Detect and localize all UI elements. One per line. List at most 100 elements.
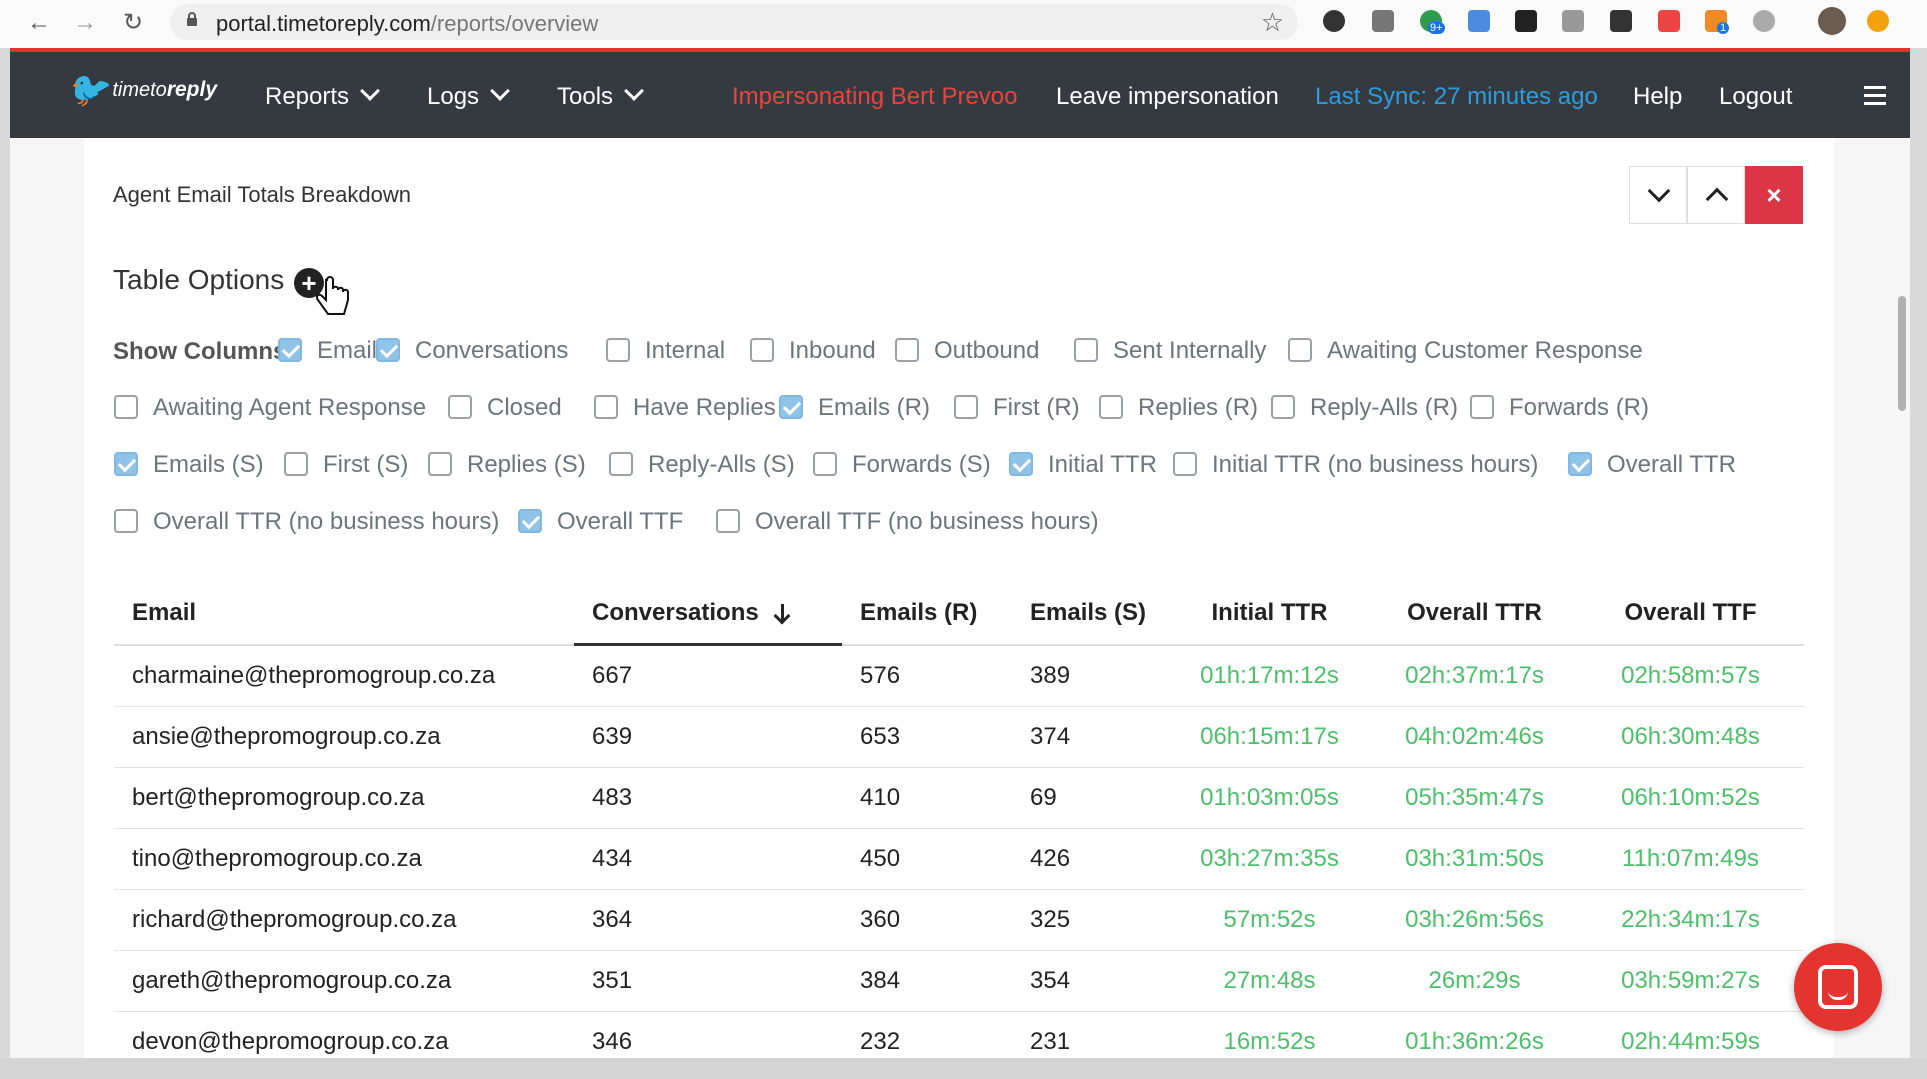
lock-icon — [187, 12, 197, 26]
checkbox-unchecked[interactable] — [1099, 394, 1123, 419]
column-checkbox[interactable]: Internal — [606, 337, 725, 367]
checkbox-checked[interactable] — [1009, 451, 1033, 476]
extension-icon[interactable] — [1372, 10, 1394, 32]
checkbox-label: Forwards (R) — [1509, 394, 1650, 421]
checkbox-checked[interactable] — [1568, 451, 1592, 476]
column-checkbox[interactable]: Overall TTR — [1568, 451, 1736, 481]
checkbox-checked[interactable] — [518, 508, 542, 533]
column-checkbox[interactable]: Awaiting Agent Response — [114, 394, 426, 424]
column-checkbox[interactable]: Forwards (S) — [813, 451, 991, 481]
column-header-conversations[interactable]: Conversations — [574, 583, 842, 646]
column-checkbox[interactable]: Reply-Alls (R) — [1271, 394, 1458, 424]
extension-icon[interactable] — [1323, 10, 1345, 32]
checkbox-unchecked[interactable] — [284, 451, 308, 476]
column-checkbox[interactable]: Initial TTR — [1009, 451, 1157, 481]
expand-button[interactable] — [1687, 166, 1745, 224]
column-header-email[interactable]: Email — [114, 583, 574, 646]
checkbox-unchecked[interactable] — [609, 451, 633, 476]
column-checkbox[interactable]: Conversations — [376, 337, 568, 367]
table-row: bert@thepromogroup.co.za 483 410 69 01h:03m:… — [114, 767, 1804, 829]
chat-launcher-button[interactable] — [1794, 943, 1882, 1031]
column-header-overall-ttr[interactable]: Overall TTR — [1372, 583, 1577, 646]
extension-icon[interactable] — [1468, 10, 1490, 32]
page-scrollbar[interactable] — [1898, 296, 1906, 411]
checkbox-unchecked[interactable] — [895, 337, 919, 362]
nav-reports-dropdown[interactable]: Reports — [265, 81, 380, 111]
checkbox-label: First (R) — [993, 394, 1080, 421]
column-checkbox[interactable]: Replies (R) — [1099, 394, 1258, 424]
checkbox-label: Replies (S) — [467, 451, 586, 478]
checkbox-label: Emails (R) — [818, 394, 930, 421]
checkbox-unchecked[interactable] — [1470, 394, 1494, 419]
extension-icon[interactable] — [1610, 10, 1632, 32]
checkbox-unchecked[interactable] — [594, 394, 618, 419]
checkbox-unchecked[interactable] — [750, 337, 774, 362]
checkbox-unchecked[interactable] — [114, 508, 138, 533]
column-header-emails-s[interactable]: Emails (S) — [1012, 583, 1167, 646]
checkbox-unchecked[interactable] — [1288, 337, 1312, 362]
url-text: portal.timetoreply.com/reports/overview — [216, 11, 599, 36]
extension-icon[interactable]: 9+ — [1420, 10, 1445, 34]
camera-icon[interactable] — [1562, 10, 1584, 32]
column-checkbox[interactable]: Awaiting Customer Response — [1288, 337, 1643, 367]
column-checkbox[interactable]: Overall TTR (no business hours) — [114, 508, 499, 538]
column-checkbox[interactable]: Overall TTF (no business hours) — [716, 508, 1099, 538]
hamburger-menu-icon[interactable] — [1864, 86, 1886, 110]
checkbox-unchecked[interactable] — [813, 451, 837, 476]
checkbox-unchecked[interactable] — [448, 394, 472, 419]
checkbox-unchecked[interactable] — [1271, 394, 1295, 419]
help-link[interactable]: Help — [1633, 83, 1682, 111]
extension-icon[interactable] — [1515, 10, 1537, 32]
back-icon[interactable]: ← — [24, 8, 54, 38]
forward-icon[interactable]: → — [70, 8, 100, 38]
leave-impersonation-link[interactable]: Leave impersonation — [1056, 83, 1279, 111]
nav-logs-dropdown[interactable]: Logs — [427, 81, 510, 111]
logout-link[interactable]: Logout — [1719, 83, 1792, 111]
checkbox-checked[interactable] — [114, 451, 138, 476]
extension-icon[interactable] — [1658, 10, 1680, 32]
column-header-initial-ttr[interactable]: Initial TTR — [1167, 583, 1372, 646]
column-checkbox[interactable]: Outbound — [895, 337, 1039, 367]
column-checkbox[interactable]: Initial TTR (no business hours) — [1173, 451, 1538, 481]
column-header-overall-ttf[interactable]: Overall TTF — [1577, 583, 1804, 646]
column-checkbox[interactable]: First (R) — [954, 394, 1080, 424]
cell-conversations: 434 — [574, 828, 842, 890]
checkbox-checked[interactable] — [779, 394, 803, 419]
column-checkbox[interactable]: Sent Internally — [1074, 337, 1266, 367]
bookmark-star-icon[interactable]: ☆ — [1261, 7, 1284, 38]
collapse-button[interactable] — [1629, 166, 1687, 224]
checkbox-unchecked[interactable] — [114, 394, 138, 419]
cell-initial-ttr: 06h:15m:17s — [1167, 706, 1372, 768]
timetoreply-logo[interactable]: 🐦 timetoreply — [66, 70, 217, 110]
profile-avatar[interactable] — [1818, 7, 1846, 35]
column-checkbox[interactable]: Inbound — [750, 337, 876, 367]
checkbox-checked[interactable] — [278, 337, 302, 362]
checkbox-unchecked[interactable] — [606, 337, 630, 362]
column-header-emails-r[interactable]: Emails (R) — [842, 583, 1012, 646]
column-checkbox[interactable]: Emails (R) — [779, 394, 930, 424]
checkbox-unchecked[interactable] — [428, 451, 452, 476]
column-checkbox[interactable]: Have Replies — [594, 394, 776, 424]
checkbox-unchecked[interactable] — [1173, 451, 1197, 476]
column-checkbox[interactable]: Overall TTF — [518, 508, 683, 538]
cell-overall-ttf: 06h:30m:48s — [1577, 706, 1804, 768]
column-checkbox[interactable]: Reply-Alls (S) — [609, 451, 795, 481]
column-checkbox[interactable]: Emails (S) — [114, 451, 264, 481]
address-bar[interactable]: portal.timetoreply.com/reports/overview … — [170, 4, 1298, 40]
checkbox-unchecked[interactable] — [1074, 337, 1098, 362]
column-checkbox[interactable]: Email — [278, 337, 377, 367]
checkbox-unchecked[interactable] — [954, 394, 978, 419]
extension-icon[interactable] — [1753, 10, 1775, 32]
nav-tools-dropdown[interactable]: Tools — [557, 81, 644, 111]
checkbox-checked[interactable] — [376, 337, 400, 362]
column-checkbox[interactable]: Forwards (R) — [1470, 394, 1649, 424]
column-checkbox[interactable]: Replies (S) — [428, 451, 586, 481]
cell-conversations: 667 — [574, 644, 842, 707]
checkbox-unchecked[interactable] — [716, 508, 740, 533]
extension-icon[interactable]: 1 — [1705, 10, 1730, 34]
close-button[interactable]: × — [1745, 166, 1803, 224]
column-checkbox[interactable]: First (S) — [284, 451, 408, 481]
reload-icon[interactable]: ↻ — [118, 8, 148, 38]
update-alert-icon[interactable] — [1867, 10, 1889, 32]
column-checkbox[interactable]: Closed — [448, 394, 562, 424]
